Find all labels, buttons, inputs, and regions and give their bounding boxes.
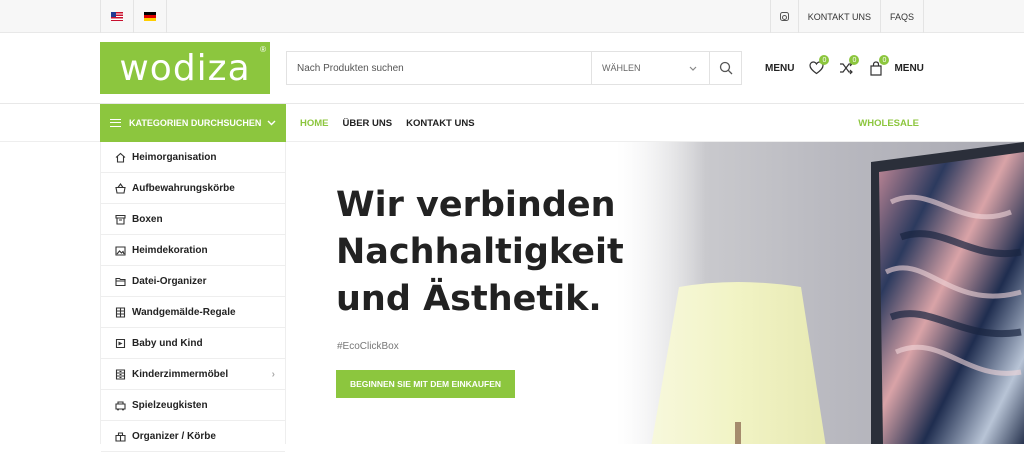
hero-title: Wir verbinden Nachhaltigkeit und Ästheti… — [336, 182, 656, 323]
sidebar-item-spielzeugkisten[interactable]: Spielzeugkisten — [101, 390, 285, 421]
basket-icon — [115, 182, 126, 194]
nav-contact[interactable]: KONTAKT UNS — [406, 118, 474, 129]
category-sidebar: Heimorganisation Aufbewahrungskörbe Boxe… — [100, 142, 286, 452]
box-icon — [115, 214, 126, 225]
wishlist-button[interactable]: 0 — [808, 55, 830, 76]
hero-banner: Wir verbinden Nachhaltigkeit und Ästheti… — [286, 142, 1024, 444]
furniture-icon — [115, 368, 126, 380]
compare-button[interactable]: 0 — [838, 55, 860, 76]
sidebar-item-label: Aufbewahrungskörbe — [132, 182, 235, 194]
nav-home[interactable]: HOME — [300, 118, 329, 129]
search-icon — [719, 61, 732, 75]
sidebar-item-label: Datei-Organizer — [132, 275, 207, 287]
marble-art-image — [871, 142, 1024, 444]
wishlist-count: 0 — [819, 55, 830, 65]
search-input[interactable] — [287, 52, 591, 84]
chevron-down-icon — [689, 66, 697, 71]
sidebar-item-kinderzimmermoebel[interactable]: Kinderzimmermöbel › — [101, 359, 285, 390]
language-en[interactable] — [101, 0, 134, 33]
top-faqs-link[interactable]: FAQS — [879, 0, 924, 33]
chevron-right-icon: › — [271, 368, 275, 380]
sidebar-item-label: Heimdekoration — [132, 244, 208, 256]
chevron-down-icon — [267, 120, 276, 126]
hero-title-line: Wir verbinden — [336, 185, 616, 225]
sidebar-item-baby-und-kind[interactable]: Baby und Kind — [101, 328, 285, 359]
sidebar-item-organizer-koerbe[interactable]: Organizer / Körbe — [101, 421, 285, 452]
site-header: wodiza ® WÄHLEN MENU 0 0 0 MENU — [0, 33, 1024, 104]
category-select-value: WÄHLEN — [602, 63, 641, 73]
sidebar-item-label: Baby und Kind — [132, 337, 203, 349]
top-contact-link[interactable]: KONTAKT UNS — [797, 0, 880, 33]
main-menu: HOME ÜBER UNS KONTAKT UNS — [300, 104, 489, 142]
sidebar-item-label: Boxen — [132, 213, 163, 225]
folder-icon — [115, 276, 126, 287]
logo-registered-mark: ® — [260, 45, 266, 54]
category-select[interactable]: WÄHLEN — [591, 52, 709, 84]
shelf-icon — [115, 306, 126, 318]
logo-text: wodiza — [119, 47, 251, 89]
cart-button[interactable]: 0 — [868, 55, 890, 76]
language-switcher — [100, 0, 167, 33]
main-navigation-bar: KATEGORIEN DURCHSUCHEN HOME ÜBER UNS KON… — [0, 104, 1024, 142]
instagram-icon — [779, 12, 789, 21]
instagram-link[interactable] — [769, 0, 798, 33]
top-bar: KONTAKT UNS FAQS — [0, 0, 1024, 33]
language-de[interactable] — [134, 0, 167, 33]
home-icon — [115, 152, 126, 163]
sidebar-item-label: Spielzeugkisten — [132, 399, 208, 411]
de-flag-icon — [144, 12, 156, 21]
sidebar-item-heimorganisation[interactable]: Heimorganisation — [101, 142, 285, 173]
sidebar-item-wandgemaelde-regale[interactable]: Wandgemälde-Regale — [101, 297, 285, 328]
cart-count: 0 — [879, 55, 890, 65]
sidebar-item-aufbewahrungskoerbe[interactable]: Aufbewahrungskörbe — [101, 173, 285, 204]
nav-wholesale[interactable]: WHOLESALE — [858, 104, 919, 142]
baby-icon — [115, 338, 126, 349]
toy-icon — [115, 400, 126, 411]
picture-icon — [115, 245, 126, 256]
site-logo[interactable]: wodiza ® — [100, 42, 270, 94]
lamp-image — [651, 282, 826, 444]
hero-title-line: Nachhaltigkeit — [336, 232, 624, 272]
sidebar-item-label: Kinderzimmermöbel — [132, 368, 229, 380]
search-bar: WÄHLEN — [286, 51, 742, 85]
compare-count: 0 — [849, 55, 860, 65]
us-flag-icon — [111, 12, 123, 21]
search-button[interactable] — [709, 52, 741, 84]
sidebar-item-boxen[interactable]: Boxen — [101, 204, 285, 235]
sidebar-item-label: Heimorganisation — [132, 151, 217, 163]
browse-categories-label: KATEGORIEN DURCHSUCHEN — [129, 118, 262, 128]
menu-button-right[interactable]: MENU — [894, 63, 923, 74]
sidebar-item-datei-organizer[interactable]: Datei-Organizer — [101, 266, 285, 297]
hero-title-line: und Ästhetik. — [336, 279, 602, 319]
hamburger-icon — [110, 119, 121, 127]
nav-about[interactable]: ÜBER UNS — [343, 118, 393, 129]
menu-button-left[interactable]: MENU — [765, 63, 794, 74]
sidebar-item-heimdekoration[interactable]: Heimdekoration — [101, 235, 285, 266]
sidebar-item-label: Wandgemälde-Regale — [132, 306, 236, 318]
start-shopping-button[interactable]: BEGINNEN SIE MIT DEM EINKAUFEN — [336, 370, 515, 398]
sidebar-item-label: Organizer / Körbe — [132, 430, 216, 442]
browse-categories-button[interactable]: KATEGORIEN DURCHSUCHEN — [100, 104, 286, 142]
top-links: KONTAKT UNS FAQS — [769, 0, 924, 33]
organizer-icon — [115, 431, 126, 442]
header-actions: MENU 0 0 0 MENU — [765, 55, 924, 79]
hero-hashtag: #EcoClickBox — [337, 341, 399, 352]
